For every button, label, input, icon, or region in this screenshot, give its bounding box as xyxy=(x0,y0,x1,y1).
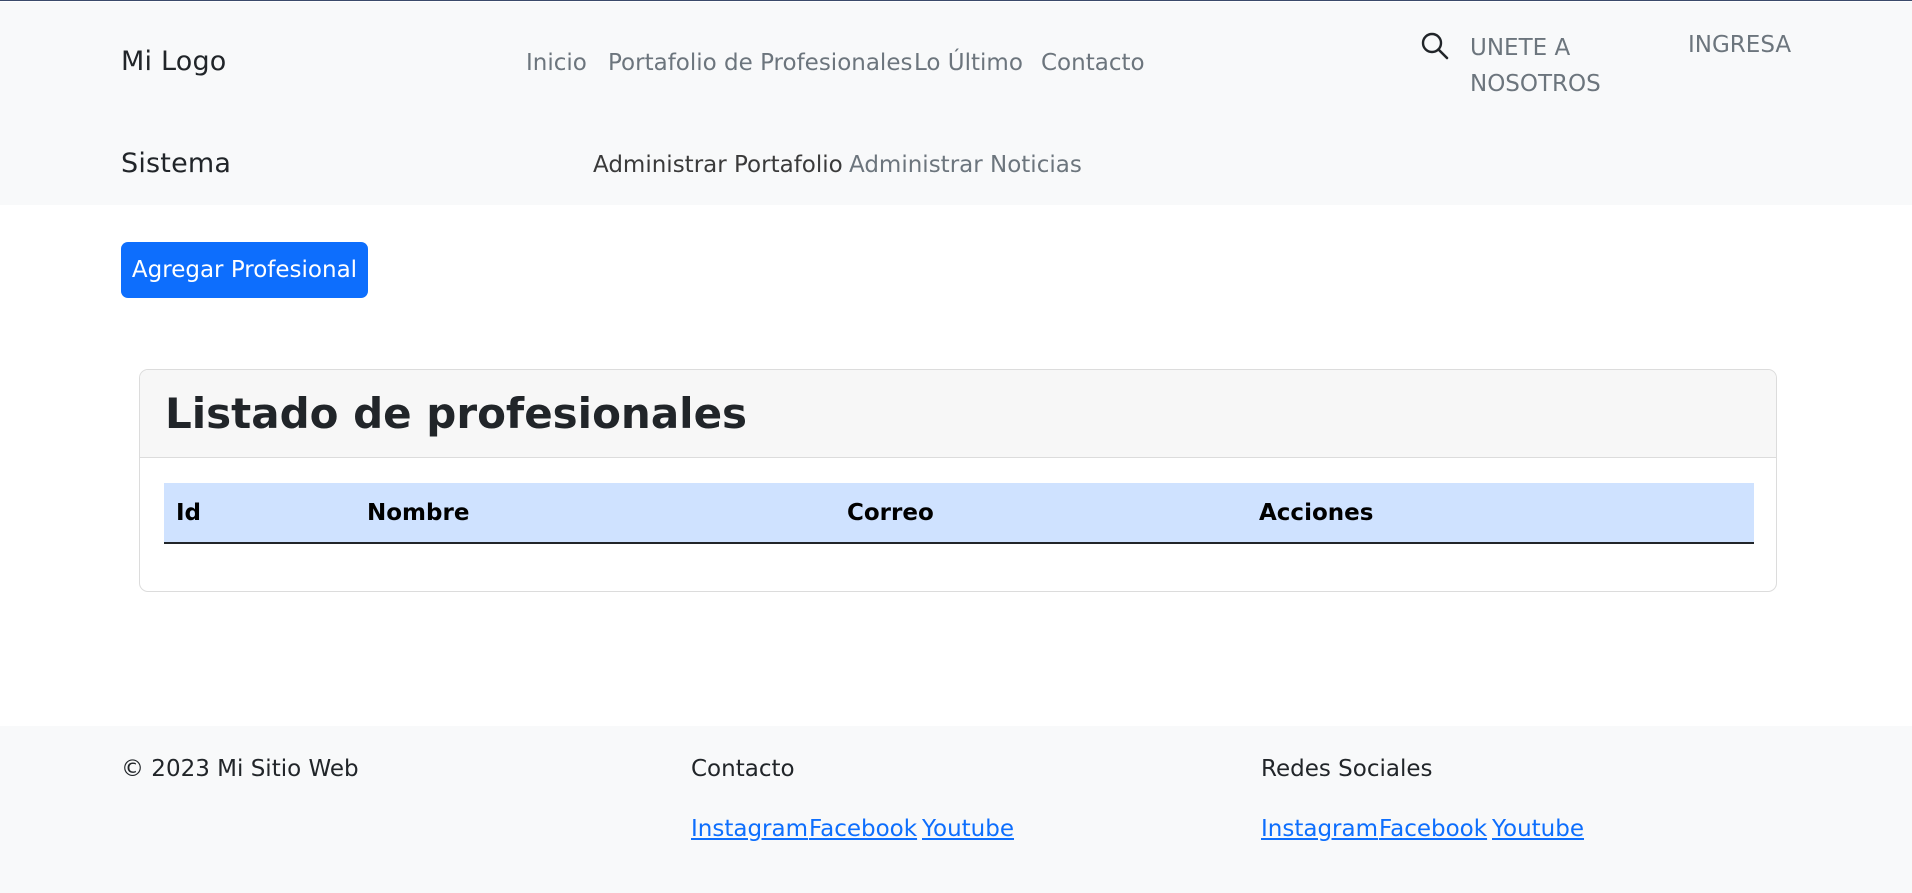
nav-link-inicio[interactable]: Inicio xyxy=(526,50,587,76)
nav-link-contacto[interactable]: Contacto xyxy=(1041,50,1145,76)
footer-social-youtube-link[interactable]: Youtube xyxy=(1492,816,1584,842)
brand-logo[interactable]: Mi Logo xyxy=(121,46,227,77)
footer: © 2023 Mi Sitio Web Contacto Instagram F… xyxy=(0,726,1912,893)
footer-contact-youtube-link[interactable]: Youtube xyxy=(922,816,1014,842)
admin-link-noticias[interactable]: Administrar Noticias xyxy=(849,152,1082,178)
footer-contact-instagram-link[interactable]: Instagram xyxy=(691,816,808,842)
add-professional-button[interactable]: Agregar Profesional xyxy=(121,242,368,298)
card-title: Listado de profesionales xyxy=(165,389,748,438)
footer-social-instagram-link[interactable]: Instagram xyxy=(1261,816,1378,842)
top-navbar: Mi Logo Inicio Portafolio de Profesional… xyxy=(0,2,1912,205)
join-us-line-1: UNETE A xyxy=(1470,35,1571,61)
footer-social-facebook-link[interactable]: Facebook xyxy=(1379,816,1487,842)
admin-link-portafolio[interactable]: Administrar Portafolio xyxy=(593,152,843,178)
join-us-line-2: NOSOTROS xyxy=(1470,71,1601,97)
admin-brand[interactable]: Sistema xyxy=(121,148,231,179)
join-us-link[interactable]: UNETE A NOSOTROS xyxy=(1470,30,1620,102)
table-header-row: Id Nombre Correo Acciones xyxy=(164,483,1754,544)
footer-contact-title: Contacto xyxy=(691,756,795,782)
column-header-nombre: Nombre xyxy=(367,500,470,526)
footer-contact-facebook-link[interactable]: Facebook xyxy=(809,816,917,842)
column-header-id: Id xyxy=(176,500,202,526)
search-icon[interactable] xyxy=(1419,30,1451,62)
nav-link-portafolio[interactable]: Portafolio de Profesionales xyxy=(608,50,912,76)
login-link[interactable]: INGRESA xyxy=(1688,32,1791,58)
column-header-correo: Correo xyxy=(847,500,934,526)
column-header-acciones: Acciones xyxy=(1259,500,1374,526)
professionals-card: Listado de profesionales Id Nombre Corre… xyxy=(139,369,1777,592)
footer-copyright: © 2023 Mi Sitio Web xyxy=(121,756,359,782)
nav-link-lo-ultimo[interactable]: Lo Último xyxy=(914,50,1023,76)
footer-social-title: Redes Sociales xyxy=(1261,756,1433,782)
card-header: Listado de profesionales xyxy=(140,370,1776,458)
